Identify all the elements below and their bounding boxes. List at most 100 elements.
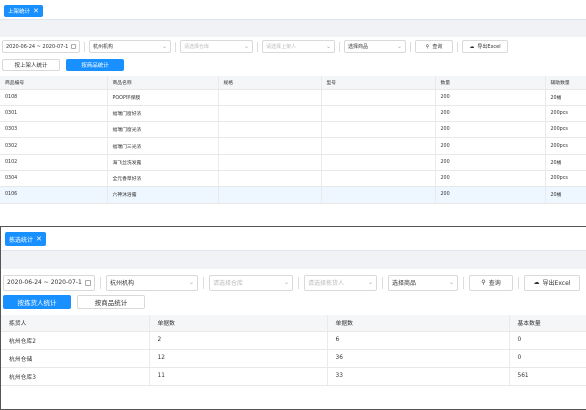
table-row[interactable]: 杭州仓储 12 36 0 bbox=[1, 349, 586, 368]
export-excel-button[interactable]: ☁ 导出Excel bbox=[524, 274, 580, 291]
chevron-down-icon: ⌄ bbox=[188, 279, 194, 286]
picker-person-select[interactable]: 请选择拣货人 ⌄ bbox=[304, 274, 377, 291]
table-cell bbox=[217, 186, 321, 204]
table-cell bbox=[320, 89, 435, 106]
org-select[interactable]: 杭州机构 ⌄ bbox=[89, 40, 171, 53]
goods-placeholder: 选择商品 bbox=[392, 280, 417, 287]
picking-stats-screen: 拣选统计 ✕ 2020-06-24 ~ 2020-07-1 杭州机构 ⌄ 请选择… bbox=[0, 226, 586, 410]
warehouse-select[interactable]: 请选择仓库 ⌄ bbox=[180, 40, 253, 53]
table-header-row: 商品编号 商品名称 规格 型号 数量 辅助数量 bbox=[0, 76, 586, 90]
table-cell: 海飞丝洗发露 bbox=[106, 154, 218, 171]
tab-bar: 拣选统计 ✕ bbox=[1, 227, 586, 251]
table-cell: 0303 bbox=[0, 121, 107, 139]
search-button[interactable]: ⚲ 查询 bbox=[415, 40, 453, 53]
table-cell: 福瑞门三光浓 bbox=[106, 137, 218, 155]
table-cell bbox=[217, 137, 321, 155]
col-base-quantity: 基本数量 bbox=[508, 315, 586, 332]
table-cell: 六神沐浴露 bbox=[106, 186, 218, 204]
table-cell: 杭州仓库3 bbox=[1, 367, 149, 386]
warehouse-select[interactable]: 请选择仓库 ⌄ bbox=[209, 274, 293, 291]
chevron-down-icon: ⌄ bbox=[243, 43, 249, 50]
filter-bar: 2020-06-24 ~ 2020-07-1 杭州机构 ⌄ 请选择仓库 ⌄ 请选… bbox=[1, 274, 586, 291]
table-row[interactable]: 0302 福瑞门三光浓 200 200pcs bbox=[0, 137, 586, 155]
search-icon: ⚲ bbox=[481, 279, 486, 286]
toggle-by-goods[interactable]: 按商品统计 bbox=[77, 295, 145, 309]
goods-select[interactable]: 选择商品 ⌄ bbox=[388, 274, 458, 291]
tab-label: 上架统计 bbox=[8, 9, 31, 15]
table-cell: 200pcs bbox=[544, 137, 586, 155]
toggle-by-picker[interactable]: 按拣货人统计 bbox=[3, 295, 71, 309]
divider bbox=[518, 276, 519, 289]
table-cell: 杭州仓库2 bbox=[1, 331, 149, 350]
table-row[interactable]: 0303 福瑞门窗光浓 200 200pcs bbox=[0, 121, 586, 139]
search-label: 查询 bbox=[432, 44, 443, 50]
toggle-by-goods[interactable]: 按商品统计 bbox=[66, 59, 124, 71]
table-cell: 561 bbox=[508, 367, 586, 386]
cloud-download-icon: ☁ bbox=[469, 43, 475, 50]
table-cell: 杭州仓储 bbox=[1, 349, 149, 368]
col-quantity: 数量 bbox=[434, 76, 545, 90]
table-row[interactable]: 0106 六神沐浴露 200 20桶 bbox=[0, 186, 586, 204]
table-cell bbox=[217, 170, 321, 188]
divider bbox=[84, 41, 85, 52]
toggle-by-putaway-person[interactable]: 按上架人统计 bbox=[2, 59, 60, 71]
divider bbox=[257, 41, 258, 52]
table-row[interactable]: 0108 POOP环保膜 200 20桶 bbox=[0, 89, 586, 106]
table-cell: 11 bbox=[148, 367, 327, 386]
org-select-value: 杭州机构 bbox=[93, 44, 114, 50]
col-aux-quantity: 辅助数量 bbox=[544, 76, 586, 90]
table-cell: 0304 bbox=[0, 170, 107, 188]
warehouse-placeholder: 请选择仓库 bbox=[184, 44, 210, 50]
col-doc-count-2: 单据数 bbox=[326, 315, 509, 332]
search-button[interactable]: ⚲ 查询 bbox=[469, 274, 513, 291]
tab-label: 拣选统计 bbox=[9, 236, 34, 244]
table-cell bbox=[217, 121, 321, 139]
date-range-value: 2020-06-24 ~ 2020-07-1 bbox=[7, 279, 82, 286]
table-cell: 0 bbox=[508, 331, 586, 350]
export-excel-button[interactable]: ☁ 导出Excel bbox=[462, 40, 508, 53]
table-row[interactable]: 杭州仓库3 11 33 561 bbox=[1, 367, 586, 386]
table-cell: 200 bbox=[434, 186, 545, 204]
search-icon: ⚲ bbox=[425, 43, 430, 50]
close-icon[interactable]: ✕ bbox=[36, 235, 42, 243]
table-cell: 6 bbox=[326, 331, 509, 350]
table-row[interactable]: 0301 福瑞门窗好浓 200 200pcs bbox=[0, 105, 586, 123]
table-cell: 0108 bbox=[0, 89, 107, 106]
divider bbox=[100, 276, 101, 289]
org-select-value: 杭州机构 bbox=[110, 280, 135, 287]
table-cell: 33 bbox=[326, 367, 509, 386]
table-cell bbox=[217, 105, 321, 123]
table-row[interactable]: 杭州仓库2 2 6 0 bbox=[1, 331, 586, 350]
table-cell: 福瑞门窗好浓 bbox=[106, 105, 218, 123]
chevron-down-icon: ⌄ bbox=[396, 43, 402, 50]
table-cell: 200 bbox=[434, 89, 545, 106]
divider bbox=[382, 276, 383, 289]
table-cell: 200 bbox=[434, 105, 545, 123]
col-model: 型号 bbox=[320, 76, 435, 90]
date-range-picker[interactable]: 2020-06-24 ~ 2020-07-1 bbox=[2, 40, 80, 53]
table-cell bbox=[320, 186, 435, 204]
divider bbox=[410, 41, 411, 52]
stat-mode-toggles: 按上架人统计 按商品统计 bbox=[2, 59, 124, 71]
table-cell bbox=[217, 154, 321, 171]
close-icon[interactable]: ✕ bbox=[33, 7, 39, 15]
filter-bar: 2020-06-24 ~ 2020-07-1 杭州机构 ⌄ 请选择仓库 ⌄ 请选… bbox=[0, 40, 586, 53]
table-cell: 200 bbox=[434, 137, 545, 155]
table-row[interactable]: 0304 全元香草好浓 200 200pcs bbox=[0, 170, 586, 188]
table-cell: POOP环保膜 bbox=[106, 89, 218, 106]
org-select[interactable]: 杭州机构 ⌄ bbox=[106, 274, 198, 291]
table-cell bbox=[320, 154, 435, 171]
goods-select[interactable]: 选择商品 ⌄ bbox=[344, 40, 406, 53]
table-cell bbox=[217, 89, 321, 106]
putaway-person-select[interactable]: 请选择上架人 ⌄ bbox=[262, 40, 335, 53]
date-range-picker[interactable]: 2020-06-24 ~ 2020-07-1 bbox=[3, 274, 95, 291]
table-cell: 200 bbox=[434, 154, 545, 171]
col-doc-count: 单据数 bbox=[148, 315, 327, 332]
cloud-download-icon: ☁ bbox=[533, 279, 540, 286]
tab-putaway-stats[interactable]: 上架统计 ✕ bbox=[4, 5, 43, 17]
col-goods-name: 商品名称 bbox=[106, 76, 218, 90]
table-cell: 12 bbox=[148, 349, 327, 368]
tab-picking-stats[interactable]: 拣选统计 ✕ bbox=[5, 232, 46, 246]
content-header-band bbox=[0, 20, 586, 37]
table-row[interactable]: 0102 海飞丝洗发露 200 20桶 bbox=[0, 154, 586, 171]
